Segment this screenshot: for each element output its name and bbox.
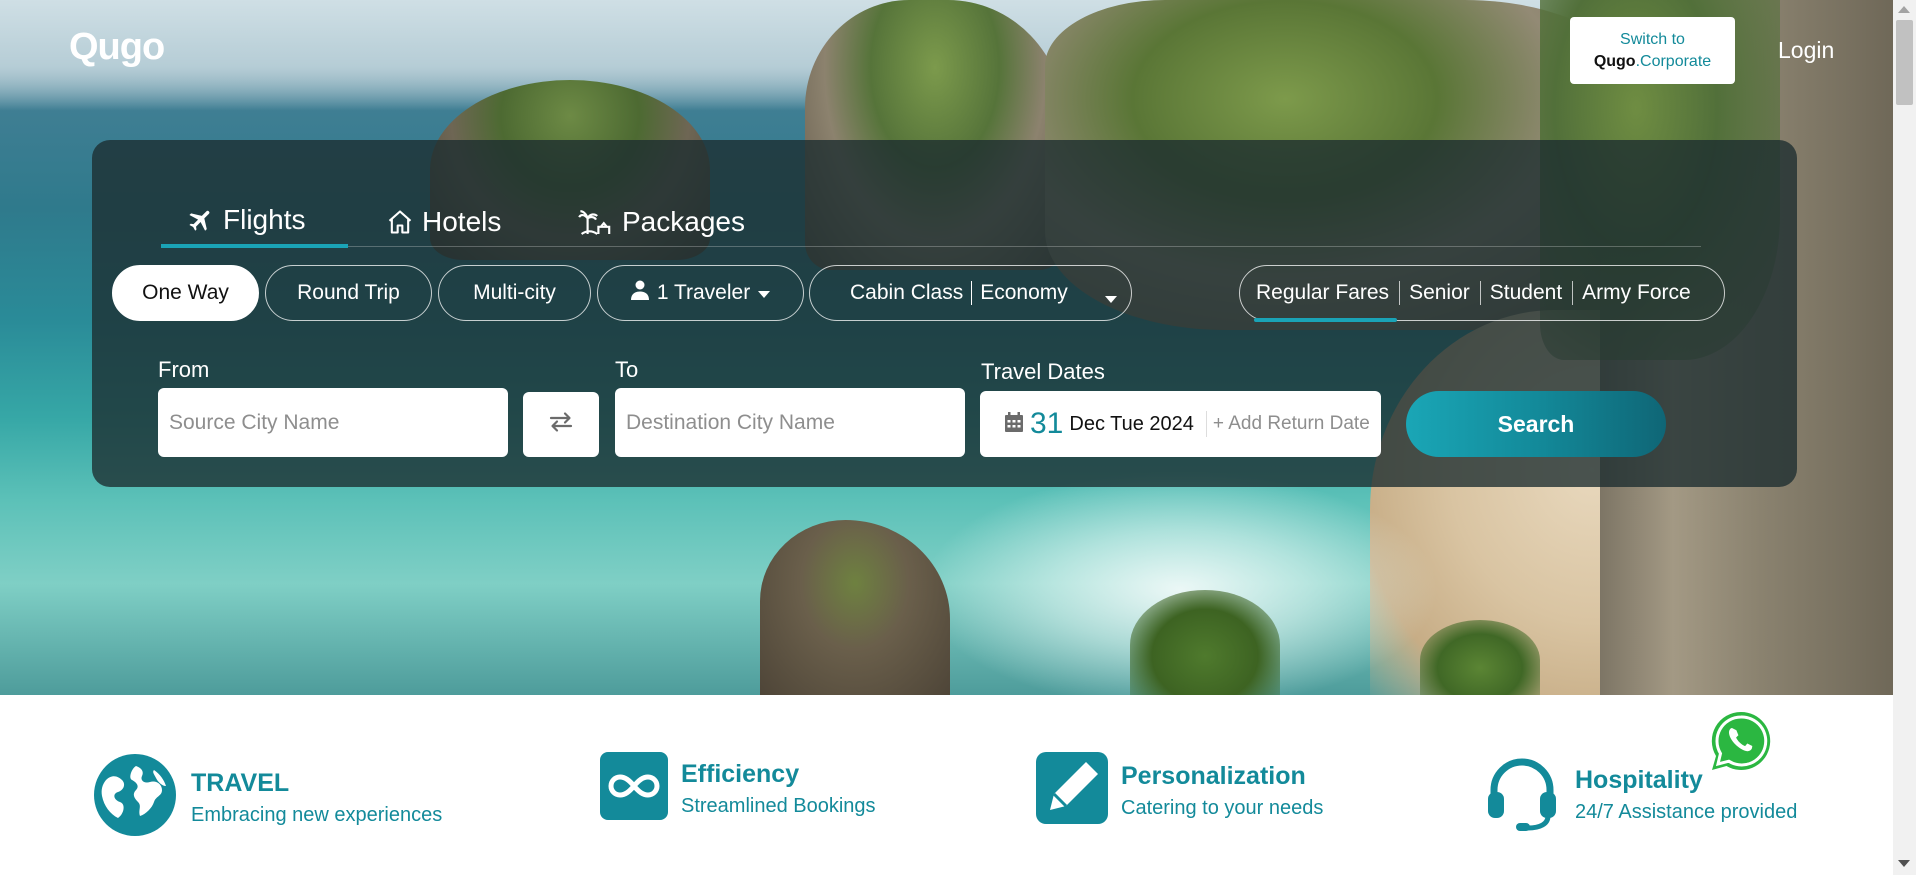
divider (1205, 411, 1207, 437)
swap-cities-button[interactable] (523, 392, 599, 457)
fare-army-force[interactable]: Army Force (1572, 265, 1701, 321)
tab-flights[interactable]: Flights (161, 196, 348, 248)
globe-icon (92, 752, 178, 843)
infinity-icon (600, 752, 668, 825)
tab-hotels[interactable]: Hotels (386, 196, 501, 248)
fare-regular[interactable]: Regular Fares (1253, 265, 1399, 322)
feature-efficiency: Efficiency Streamlined Bookings (600, 752, 876, 825)
scrollbar-thumb[interactable] (1896, 20, 1913, 105)
feature-title: Personalization (1121, 761, 1306, 790)
trip-one-way[interactable]: One Way (112, 265, 259, 321)
calendar-icon (1004, 411, 1024, 438)
switch-label: Switch to (1620, 31, 1685, 48)
fare-type-group: Regular Fares Senior Student Army Force (1239, 265, 1725, 322)
vertical-scrollbar[interactable] (1893, 0, 1916, 875)
chevron-down-icon (1105, 286, 1117, 310)
divider (971, 281, 973, 305)
cabin-value: Economy (980, 281, 1068, 304)
switch-corporate-button[interactable]: Switch to Qugo.Corporate (1570, 17, 1735, 84)
palm-tree-icon (578, 207, 614, 237)
departure-day: 31 (1030, 407, 1064, 440)
tab-label: Packages (622, 206, 745, 237)
trip-round-trip[interactable]: Round Trip (265, 265, 432, 321)
hero-palm (1420, 620, 1540, 695)
whatsapp-icon (1710, 711, 1772, 776)
add-return-date[interactable]: + Add Return Date (1213, 413, 1370, 435)
fare-senior[interactable]: Senior (1399, 265, 1480, 321)
feature-title: Efficiency (681, 759, 800, 788)
cabin-class-dropdown[interactable]: Cabin Class Economy (809, 265, 1132, 321)
feature-travel: TRAVEL Embracing new experiences (92, 752, 442, 843)
login-link[interactable]: Login (1778, 37, 1834, 64)
person-icon (630, 280, 649, 306)
departure-date: Dec Tue 2024 (1069, 412, 1194, 435)
hero-palm (1130, 590, 1280, 695)
feature-subtitle: Embracing new experiences (191, 803, 443, 826)
swap-arrows-icon (548, 411, 574, 438)
from-label: From (158, 357, 210, 382)
traveler-label: 1 Traveler (656, 281, 751, 304)
feature-personalization: Personalization Catering to your needs (1036, 752, 1323, 829)
trip-multi-city[interactable]: Multi-city (438, 265, 591, 321)
site-logo[interactable]: Qugo (69, 26, 165, 69)
chevron-down-icon (758, 281, 771, 305)
whatsapp-chat-button[interactable] (1710, 710, 1772, 772)
plane-icon (187, 206, 215, 234)
scroll-up-arrow-icon[interactable] (1898, 6, 1910, 13)
search-button[interactable]: Search (1406, 391, 1666, 457)
pen-icon (1036, 752, 1108, 829)
fare-student[interactable]: Student (1479, 265, 1572, 321)
travel-dates-label: Travel Dates (981, 359, 1105, 384)
feature-subtitle: 24/7 Assistance provided (1575, 800, 1798, 823)
hero-rock-foreground (760, 520, 950, 695)
corporate-brand: Qugo.Corporate (1593, 53, 1712, 70)
from-city-input[interactable] (158, 388, 508, 457)
feature-subtitle: Streamlined Bookings (681, 794, 876, 817)
to-label: To (615, 357, 639, 382)
tab-packages[interactable]: Packages (578, 196, 745, 248)
tab-label: Flights (223, 204, 306, 235)
cabin-label: Cabin Class (850, 281, 964, 304)
travel-dates-field[interactable]: 31 Dec Tue 2024 + Add Return Date (980, 391, 1381, 457)
traveler-dropdown[interactable]: 1 Traveler (597, 265, 804, 321)
feature-subtitle: Catering to your needs (1121, 796, 1324, 819)
scroll-down-arrow-icon[interactable] (1898, 860, 1910, 867)
tab-label: Hotels (422, 206, 502, 237)
headset-icon (1482, 752, 1562, 837)
feature-title: TRAVEL (191, 768, 290, 797)
house-icon (386, 208, 414, 236)
to-city-input[interactable] (615, 388, 965, 457)
